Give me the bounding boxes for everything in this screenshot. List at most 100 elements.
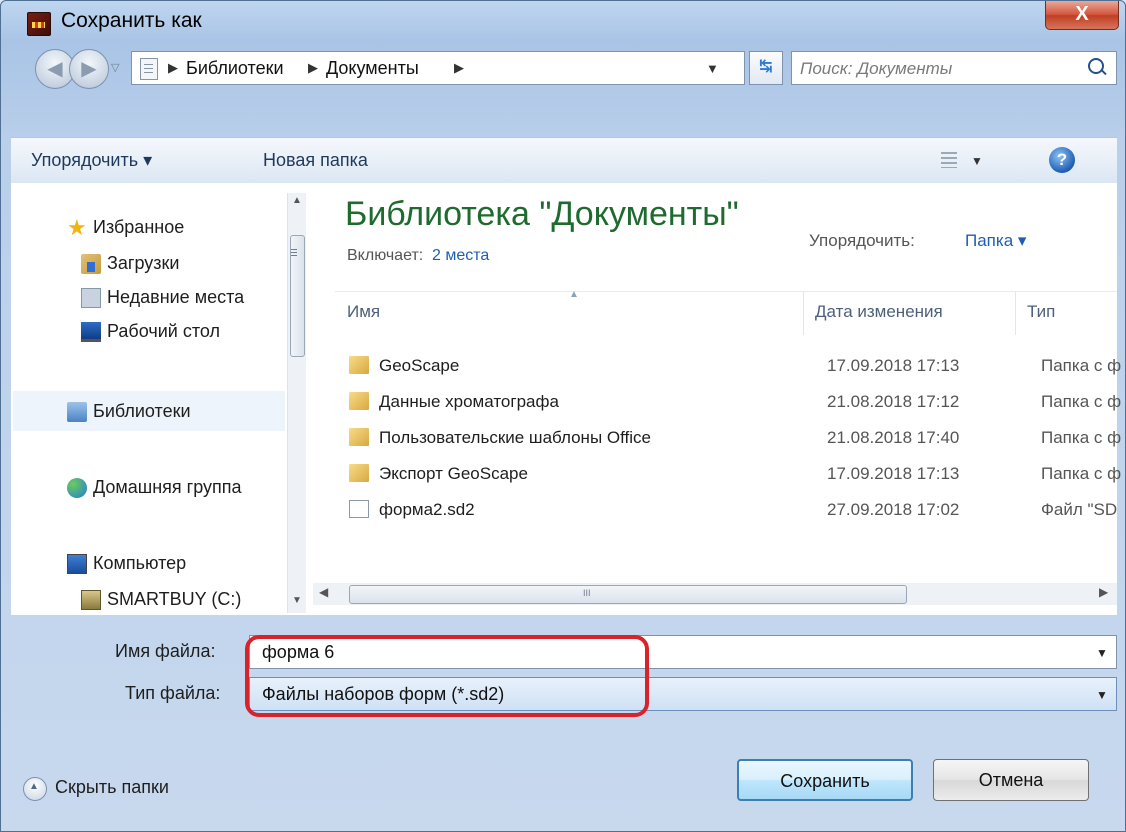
breadcrumb-documents[interactable]: Документы (326, 58, 419, 79)
scroll-thumb[interactable] (349, 585, 907, 604)
breadcrumb-libraries[interactable]: Библиотеки (186, 58, 284, 79)
file-type: Папка с ф (1041, 428, 1122, 447)
folder-icon (349, 464, 369, 482)
filename-label: Имя файла: (115, 641, 216, 661)
scroll-thumb[interactable] (290, 235, 305, 357)
nav-item-label: Домашняя группа (93, 477, 242, 497)
library-title: Библиотека "Документы" (345, 195, 739, 233)
recent-places-icon (81, 288, 101, 308)
star-icon: ★ (67, 215, 87, 240)
file-date: 17.09.2018 17:13 (827, 356, 960, 375)
column-header-label: Имя (347, 302, 381, 321)
desktop-icon (81, 322, 101, 342)
file-date: 21.08.2018 17:12 (827, 392, 960, 411)
search-input[interactable] (798, 56, 1072, 82)
breadcrumb-separator-icon[interactable]: ▶ (308, 60, 318, 76)
nav-item-label: Недавние места (107, 287, 245, 307)
nav-item-label: Компьютер (93, 553, 187, 573)
organize-button[interactable]: Упорядочить ▾ (31, 150, 152, 171)
collapse-icon[interactable] (23, 777, 47, 801)
column-header-date[interactable]: Дата изменения (803, 291, 1016, 335)
history-dropdown-icon[interactable]: ▽ (111, 61, 119, 74)
folder-icon (349, 428, 369, 446)
scroll-up-icon[interactable]: ▲ (292, 195, 302, 206)
homegroup-icon (67, 478, 87, 498)
scroll-down-icon[interactable]: ▼ (292, 595, 302, 606)
file-name: Пользовательские шаблоны Office (379, 428, 651, 447)
scroll-right-icon[interactable]: ▶ (1099, 585, 1108, 599)
window-title: Сохранить как (61, 9, 202, 32)
scroll-grip-icon (291, 249, 297, 250)
location-icon (140, 58, 158, 80)
search-box[interactable] (791, 51, 1117, 85)
chevron-down-icon[interactable]: ▼ (1096, 646, 1108, 660)
file-name: Экспорт GeoScape (379, 464, 528, 483)
file-type: Папка с ф (1041, 356, 1122, 375)
content-area: ★ Избранное Загрузки Недавние места Рабо… (11, 183, 1121, 615)
close-button[interactable]: X (1045, 1, 1119, 30)
file-row[interactable]: Пользовательские шаблоны Office 21.08.20… (335, 421, 1121, 457)
column-header-type[interactable]: Тип (1015, 291, 1117, 335)
navigation-pane: ★ Избранное Загрузки Недавние места Рабо… (11, 183, 309, 615)
nav-item-label: Рабочий стол (107, 321, 220, 341)
file-type: Папка с ф (1041, 392, 1122, 411)
nav-vertical-scrollbar[interactable]: ▲ ▼ (287, 193, 306, 613)
folder-icon (349, 392, 369, 410)
file-row[interactable]: форма2.sd2 27.09.2018 17:02 Файл "SD (335, 493, 1117, 529)
breadcrumb-separator-icon[interactable]: ▶ (454, 60, 464, 76)
filename-value[interactable]: форма 6 (262, 642, 334, 663)
file-row[interactable]: GeoScape 17.09.2018 17:13 Папка с ф (335, 349, 1121, 385)
column-header-label: Дата изменения (815, 302, 943, 321)
title-bar: Сохранить как X (1, 1, 1125, 41)
nav-item-label: Избранное (93, 217, 185, 237)
arrange-by-label: Упорядочить: (809, 231, 915, 250)
address-bar[interactable]: ▶ Библиотеки ▶ Документы ▶ ▼ (131, 51, 745, 85)
library-locations-link[interactable]: 2 места (432, 247, 489, 265)
file-name: Данные хроматографа (379, 392, 559, 411)
column-header-name[interactable]: Имя (335, 291, 804, 335)
view-options-icon[interactable] (941, 152, 957, 168)
view-dropdown-icon[interactable]: ▼ (971, 154, 983, 168)
hide-folders-button[interactable]: Скрыть папки (55, 777, 169, 798)
command-bar: Упорядочить ▾ Новая папка ▼ ? (11, 137, 1117, 185)
search-icon[interactable] (1088, 58, 1104, 74)
file-date: 17.09.2018 17:13 (827, 464, 960, 483)
filename-field[interactable]: форма 6 ▼ (249, 635, 1117, 669)
scroll-grip-icon: III (583, 588, 591, 598)
refresh-icon: ↹ (759, 58, 773, 75)
new-folder-button[interactable]: Новая папка (263, 150, 368, 171)
file-type: Файл "SD (1041, 500, 1118, 519)
breadcrumb-separator-icon[interactable]: ▶ (168, 60, 178, 76)
address-dropdown-icon[interactable]: ▼ (706, 61, 719, 76)
folder-icon (349, 356, 369, 374)
help-icon[interactable]: ? (1049, 147, 1075, 173)
filetype-value: Файлы наборов форм (*.sd2) (262, 684, 505, 704)
downloads-icon (81, 254, 101, 274)
file-date: 21.08.2018 17:40 (827, 428, 960, 447)
cancel-button[interactable]: Отмена (933, 759, 1089, 801)
forward-button[interactable]: ▶ (69, 49, 109, 89)
app-icon (27, 12, 51, 36)
nav-item-label: Загрузки (107, 253, 180, 273)
horizontal-scrollbar[interactable]: ◀ III ▶ (313, 583, 1117, 605)
chevron-down-icon[interactable]: ▼ (1096, 688, 1108, 702)
file-row[interactable]: Данные хроматографа 21.08.2018 17:12 Пап… (335, 385, 1121, 421)
drive-icon (81, 590, 101, 610)
libraries-icon (67, 402, 87, 422)
save-button[interactable]: Сохранить (737, 759, 913, 801)
document-icon (349, 500, 369, 518)
refresh-button[interactable]: ↹ (749, 51, 783, 85)
filetype-label: Тип файла: (125, 683, 221, 703)
library-includes-label: Включает: (347, 247, 424, 264)
nav-item-label: SMARTBUY (C:) (107, 589, 242, 609)
file-type: Папка с ф (1041, 464, 1122, 483)
file-row[interactable]: Экспорт GeoScape 17.09.2018 17:13 Папка … (335, 457, 1121, 493)
file-name: форма2.sd2 (379, 500, 475, 519)
file-date: 27.09.2018 17:02 (827, 500, 960, 519)
computer-icon (67, 554, 87, 574)
filetype-select[interactable]: Файлы наборов форм (*.sd2) ▼ (249, 677, 1117, 711)
arrange-by-dropdown[interactable]: Папка ▾ (965, 231, 1026, 251)
scroll-left-icon[interactable]: ◀ (319, 585, 328, 599)
file-name: GeoScape (379, 356, 460, 375)
save-as-dialog: Сохранить как X ◀ ▶ ▽ ▶ Библиотеки ▶ Док… (0, 0, 1126, 832)
